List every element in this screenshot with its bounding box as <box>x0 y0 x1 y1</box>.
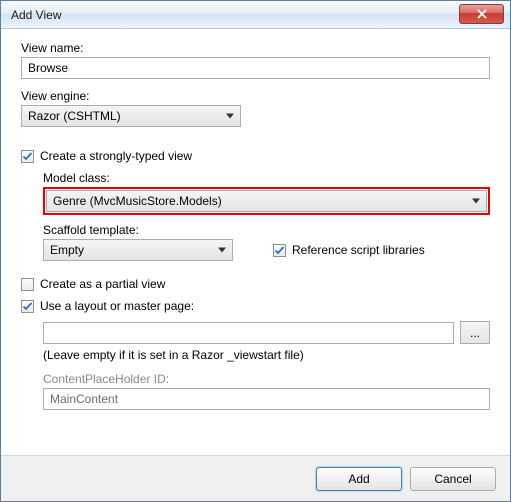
partial-view-label: Create as a partial view <box>40 277 165 291</box>
model-class-label: Model class: <box>43 171 490 185</box>
close-icon <box>477 9 487 19</box>
add-button[interactable]: Add <box>316 467 402 491</box>
scaffold-select[interactable]: Empty <box>43 239 233 261</box>
use-layout-checkbox[interactable] <box>21 300 34 313</box>
dialog-footer: Add Cancel <box>1 455 510 501</box>
titlebar: Add View <box>1 1 510 29</box>
chevron-down-icon <box>218 248 226 253</box>
model-class-highlight: Genre (MvcMusicStore.Models) <box>43 187 490 215</box>
ref-script-label: Reference script libraries <box>292 243 425 257</box>
add-button-label: Add <box>348 472 369 486</box>
check-icon <box>22 301 33 312</box>
browse-button-label: ... <box>470 326 480 340</box>
view-engine-label: View engine: <box>21 89 490 103</box>
view-name-input[interactable] <box>21 57 490 79</box>
add-view-dialog: Add View View name: View engine: Razor (… <box>0 0 511 502</box>
partial-view-checkbox[interactable] <box>21 278 34 291</box>
cph-input <box>43 388 490 410</box>
chevron-down-icon <box>226 114 234 119</box>
model-class-select[interactable]: Genre (MvcMusicStore.Models) <box>46 190 487 212</box>
view-engine-value: Razor (CSHTML) <box>28 109 121 123</box>
view-name-label: View name: <box>21 41 490 55</box>
model-class-value: Genre (MvcMusicStore.Models) <box>53 194 222 208</box>
scaffold-value: Empty <box>50 243 84 257</box>
cancel-button-label: Cancel <box>434 472 471 486</box>
close-button[interactable] <box>459 4 504 24</box>
browse-button[interactable]: ... <box>460 321 490 344</box>
strongly-typed-label: Create a strongly-typed view <box>40 149 192 163</box>
chevron-down-icon <box>472 199 480 204</box>
cancel-button[interactable]: Cancel <box>410 467 496 491</box>
check-icon <box>274 245 285 256</box>
layout-path-input[interactable] <box>43 322 454 344</box>
strongly-typed-checkbox[interactable] <box>21 150 34 163</box>
check-icon <box>22 151 33 162</box>
use-layout-label: Use a layout or master page: <box>40 299 194 313</box>
ref-script-checkbox[interactable] <box>273 244 286 257</box>
scaffold-label: Scaffold template: <box>43 223 490 237</box>
view-engine-select[interactable]: Razor (CSHTML) <box>21 105 241 127</box>
layout-hint: (Leave empty if it is set in a Razor _vi… <box>43 348 490 362</box>
cph-label: ContentPlaceHolder ID: <box>43 372 490 386</box>
window-title: Add View <box>11 8 459 22</box>
